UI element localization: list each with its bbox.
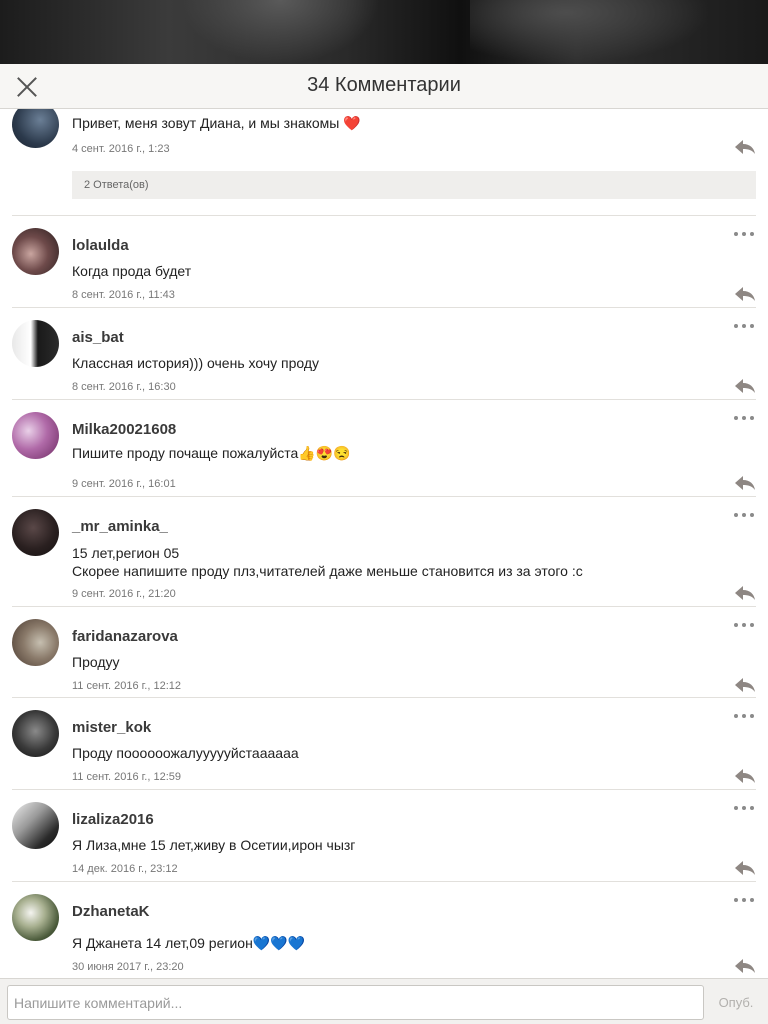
comment-item: faridanazarova Продуу 11 сент. 2016 г., …: [12, 607, 756, 698]
comment-text: Продуу: [72, 654, 120, 670]
story-cover-image: [0, 0, 768, 64]
comment-item: _mr_aminka_ 15 лет,регион 05 Скорее напи…: [12, 497, 756, 607]
reply-arrow-icon[interactable]: [734, 139, 756, 155]
comment-date: 11 сент. 2016 г., 12:59: [72, 771, 181, 783]
avatar[interactable]: [12, 509, 59, 556]
more-dots-icon[interactable]: [734, 510, 756, 520]
comments-list[interactable]: Привет, меня зовут Диана, и мы знакомы ❤…: [0, 109, 768, 978]
comments-header: 34 Комментарии: [0, 64, 768, 109]
comment-username[interactable]: mister_kok: [72, 719, 151, 736]
comment-text: Привет, меня зовут Диана, и мы знакомы ❤…: [72, 115, 361, 131]
publish-button[interactable]: Опуб.: [708, 985, 764, 1020]
avatar[interactable]: [12, 109, 59, 148]
reply-arrow-icon[interactable]: [734, 677, 756, 693]
comment-text: Когда прода будет: [72, 263, 192, 279]
reply-arrow-icon[interactable]: [734, 958, 756, 974]
more-dots-icon[interactable]: [734, 895, 756, 905]
avatar[interactable]: [12, 802, 59, 849]
avatar[interactable]: [12, 228, 59, 275]
comment-username[interactable]: lizaliza2016: [72, 811, 154, 828]
comment-text: Скорее напишите проду плз,читателей даже…: [72, 563, 583, 579]
comment-username[interactable]: ais_bat: [72, 329, 124, 346]
comment-date: 8 сент. 2016 г., 11:43: [72, 289, 175, 301]
comment-date: 30 июня 2017 г., 23:20: [72, 961, 184, 973]
comment-date: 9 сент. 2016 г., 21:20: [72, 588, 176, 600]
comment-text: Я Лиза,мне 15 лет,живу в Осетии,ирон чыз…: [72, 837, 356, 853]
comment-item: lizaliza2016 Я Лиза,мне 15 лет,живу в Ос…: [12, 790, 756, 882]
comment-date: 4 сент. 2016 г., 1:23: [72, 143, 170, 155]
comment-item: ais_bat Классная история))) очень хочу п…: [12, 308, 756, 400]
more-dots-icon[interactable]: [734, 229, 756, 239]
comment-text: Я Джанета 14 лет,09 регион💙💙💙: [72, 935, 306, 951]
reply-arrow-icon[interactable]: [734, 585, 756, 601]
more-dots-icon[interactable]: [734, 803, 756, 813]
reply-arrow-icon[interactable]: [734, 378, 756, 394]
more-dots-icon[interactable]: [734, 620, 756, 630]
comment-item: mister_kok Проду поооооожалуууууйстааааа…: [12, 698, 756, 790]
more-dots-icon[interactable]: [734, 711, 756, 721]
reply-arrow-icon[interactable]: [734, 286, 756, 302]
comment-composer: Опуб.: [0, 978, 768, 1024]
comment-username[interactable]: lolaulda: [72, 237, 129, 254]
comment-item: Milka20021608 Пишите проду почаще пожалу…: [12, 400, 756, 497]
comment-username[interactable]: faridanazarova: [72, 628, 178, 645]
comment-text: Проду поооооожалуууууйстаааааа: [72, 745, 299, 761]
comment-username[interactable]: _mr_aminka_: [72, 518, 168, 535]
more-dots-icon[interactable]: [734, 413, 756, 423]
page-title: 34 Комментарии: [307, 74, 461, 96]
comment-item: lolaulda Когда прода будет 8 сент. 2016 …: [12, 216, 756, 308]
more-dots-icon[interactable]: [734, 321, 756, 331]
reply-arrow-icon[interactable]: [734, 475, 756, 491]
avatar[interactable]: [12, 894, 59, 941]
avatar[interactable]: [12, 320, 59, 367]
comment-text: Классная история))) очень хочу проду: [72, 355, 320, 371]
replies-toggle[interactable]: 2 Ответа(ов): [72, 171, 756, 199]
avatar[interactable]: [12, 710, 59, 757]
reply-arrow-icon[interactable]: [734, 768, 756, 784]
comment-date: 14 дек. 2016 г., 23:12: [72, 863, 178, 875]
comment-input[interactable]: [7, 985, 704, 1020]
comment-date: 11 сент. 2016 г., 12:12: [72, 680, 181, 692]
comment-date: 9 сент. 2016 г., 16:01: [72, 478, 176, 490]
comment-date: 8 сент. 2016 г., 16:30: [72, 381, 176, 393]
avatar[interactable]: [12, 619, 59, 666]
avatar[interactable]: [12, 412, 59, 459]
comment-item: Привет, меня зовут Диана, и мы знакомы ❤…: [12, 109, 756, 216]
comment-username[interactable]: Milka20021608: [72, 421, 176, 438]
comment-username[interactable]: DzhanetaK: [72, 903, 150, 920]
reply-arrow-icon[interactable]: [734, 860, 756, 876]
comment-item: DzhanetaK Я Джанета 14 лет,09 регион💙💙💙 …: [12, 882, 756, 978]
comment-text: 15 лет,регион 05: [72, 545, 180, 561]
comment-text: Пишите проду почаще пожалуйста👍😍😒: [72, 445, 351, 461]
